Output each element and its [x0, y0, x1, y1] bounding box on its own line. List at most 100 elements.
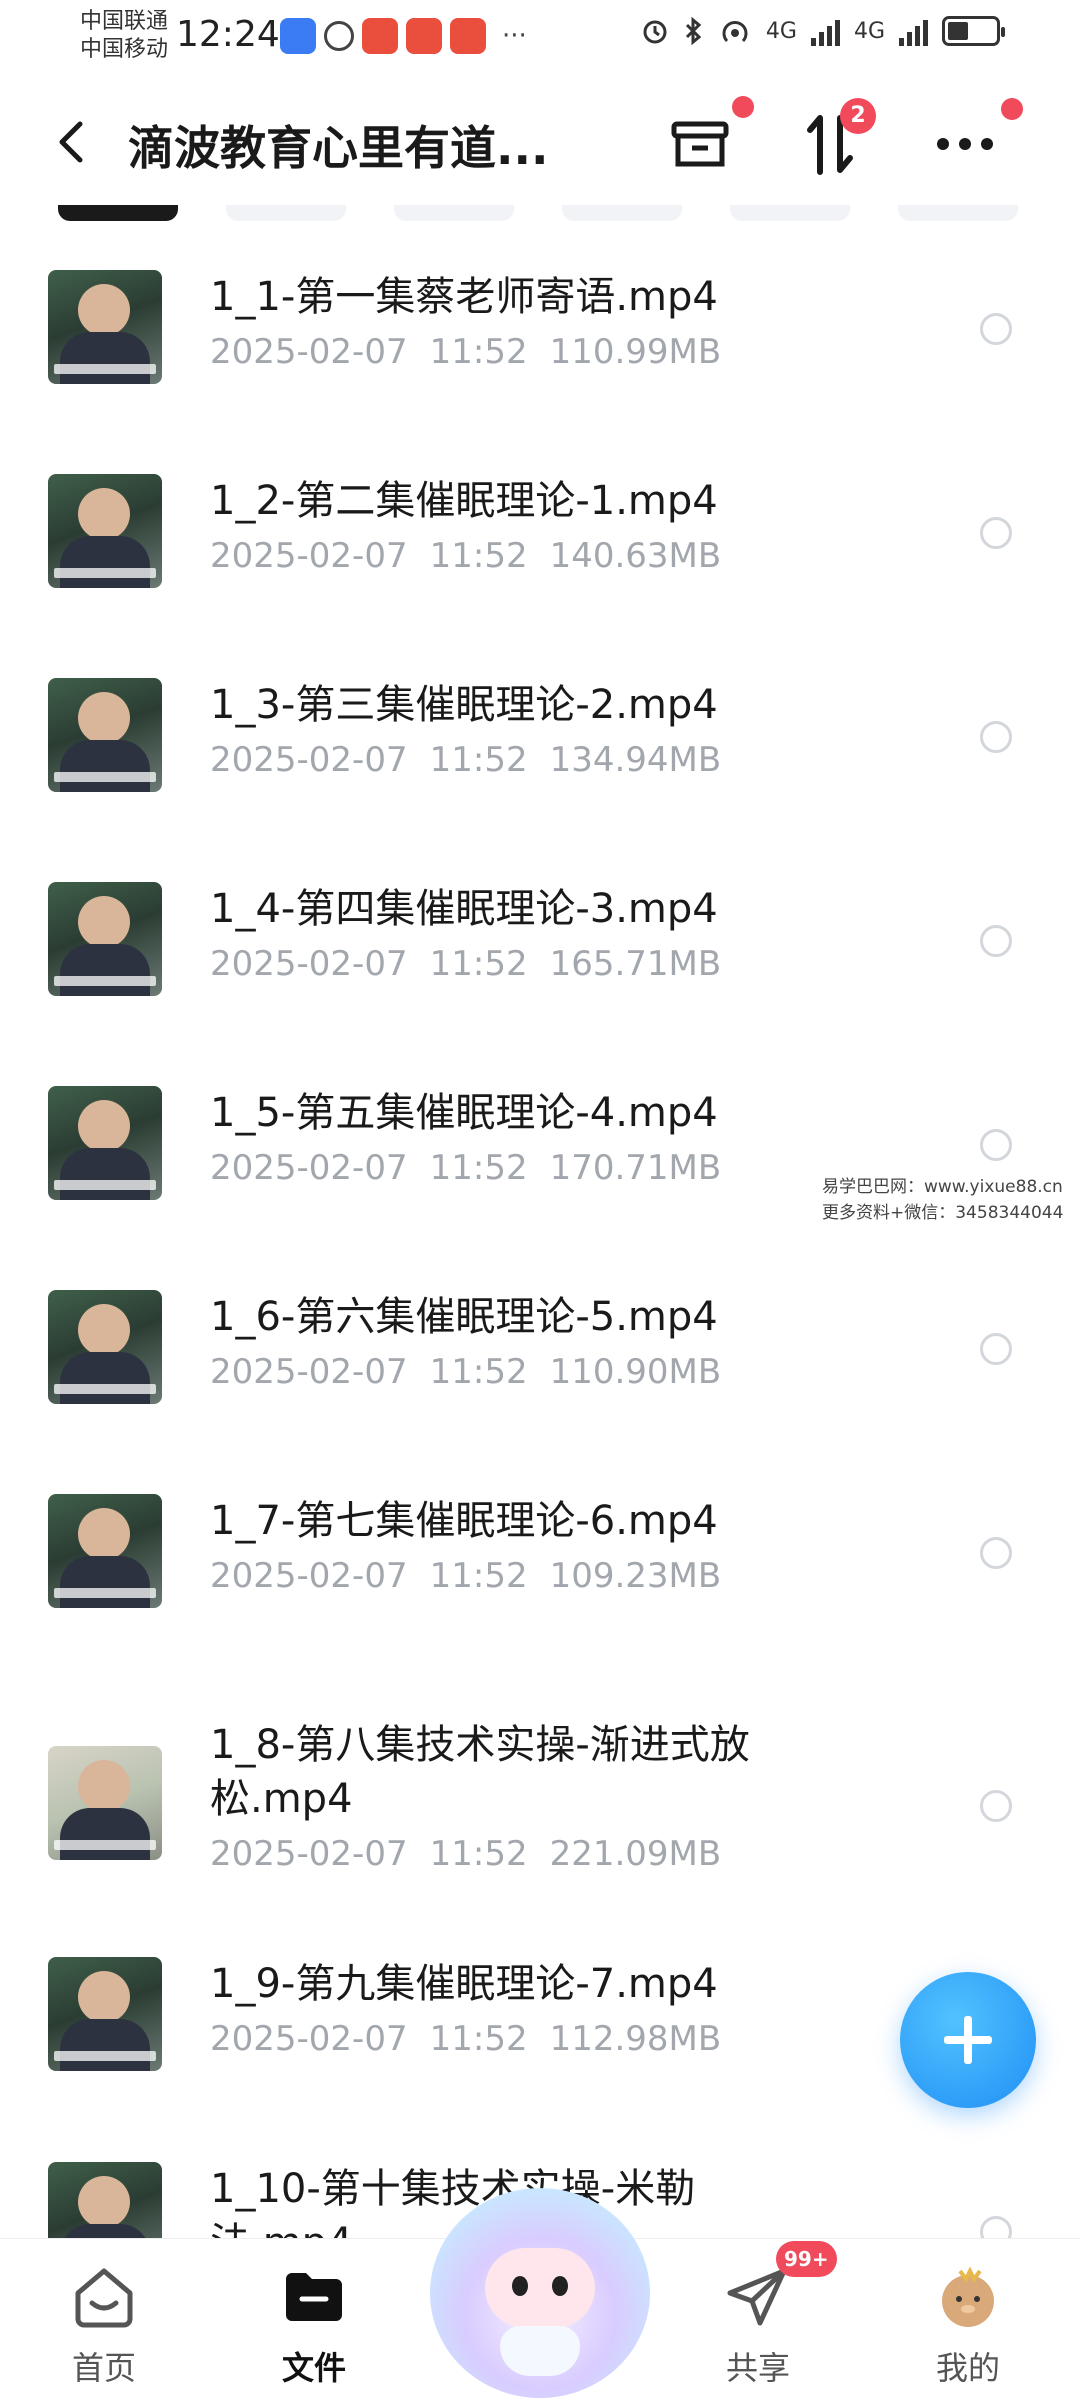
nav-home[interactable]: 首页	[14, 2239, 194, 2400]
file-date: 2025-02-07	[210, 1148, 408, 1188]
more-dots-icon	[937, 138, 993, 150]
file-size: 109.23MB	[549, 1556, 722, 1596]
file-size: 221.09MB	[549, 1834, 722, 1874]
notification-dot	[732, 96, 754, 118]
list-item[interactable]: 1_2-第二集催眠理论-1.mp4 2025-02-07 11:52 140.63M…	[0, 474, 1080, 674]
select-checkbox[interactable]	[980, 925, 1012, 957]
file-meta: 2025-02-07 11:52 170.71MB	[210, 1148, 743, 1188]
select-checkbox[interactable]	[980, 1129, 1012, 1161]
list-item[interactable]: 1_7-第七集催眠理论-6.mp4 2025-02-07 11:52 109.23M…	[0, 1494, 1080, 1694]
filter-chip[interactable]	[730, 205, 850, 221]
nav-files-label: 文件	[281, 2349, 346, 2387]
share-badge: 99+	[776, 2241, 837, 2277]
mascot-face	[485, 2248, 595, 2328]
video-thumbnail	[48, 1290, 162, 1404]
file-name: 1_6-第六集催眠理论-5.mp4	[210, 1294, 718, 1340]
select-checkbox[interactable]	[980, 721, 1012, 753]
chevron-left-icon	[59, 121, 83, 163]
video-thumbnail	[48, 1957, 162, 2071]
file-time: 11:52	[429, 1148, 528, 1188]
select-checkbox[interactable]	[980, 1537, 1012, 1569]
filter-chips	[0, 205, 1080, 227]
file-size: 165.71MB	[549, 944, 722, 984]
carrier-names: 中国联通 中国移动	[80, 8, 168, 64]
app-notification-icon	[450, 18, 486, 54]
watermark-line: 易学巴巴网：www.yixue88.cn	[822, 1177, 1063, 1197]
add-button[interactable]	[900, 1972, 1036, 2108]
select-checkbox[interactable]	[980, 517, 1012, 549]
back-button[interactable]	[50, 110, 98, 174]
more-notifications-icon: ···	[502, 21, 527, 51]
file-meta: 2025-02-07 11:52 110.90MB	[210, 1352, 743, 1392]
app-notification-icon	[362, 18, 398, 54]
file-meta: 2025-02-07 11:52 221.09MB	[210, 1834, 743, 1874]
file-name: 1_1-第一集蔡老师寄语.mp4	[210, 274, 718, 320]
file-time: 11:52	[429, 332, 528, 372]
file-time: 11:52	[429, 536, 528, 576]
select-checkbox[interactable]	[980, 1790, 1012, 1822]
list-item[interactable]: 1_8-第八集技术实操-渐进式放松.mp4 2025-02-07 11:52 221…	[0, 1718, 1080, 1978]
system-status: 4G 4G	[640, 16, 1005, 46]
status-bar: 中国联通 中国移动 12:24 ··· 4G 4G	[0, 0, 1080, 72]
file-time: 11:52	[429, 2019, 528, 2059]
file-meta: 2025-02-07 11:52 109.23MB	[210, 1556, 743, 1596]
file-time: 11:52	[429, 1352, 528, 1392]
list-item[interactable]: 1_3-第三集催眠理论-2.mp4 2025-02-07 11:52 134.94M…	[0, 678, 1080, 878]
signal-icon	[899, 16, 928, 46]
app-notification-icon	[280, 18, 316, 54]
file-size: 170.71MB	[549, 1148, 722, 1188]
paper-plane-icon	[727, 2268, 787, 2326]
app-notification-icon	[324, 21, 354, 51]
file-size: 110.90MB	[549, 1352, 722, 1392]
list-item[interactable]: 1_6-第六集催眠理论-5.mp4 2025-02-07 11:52 110.90M…	[0, 1290, 1080, 1490]
file-time: 11:52	[429, 1556, 528, 1596]
video-thumbnail	[48, 678, 162, 792]
nav-share-label: 共享	[725, 2349, 790, 2387]
select-checkbox[interactable]	[980, 313, 1012, 345]
more-options-button[interactable]	[925, 98, 1023, 184]
file-name: 1_2-第二集催眠理论-1.mp4	[210, 478, 718, 524]
video-thumbnail	[48, 474, 162, 588]
filter-chip[interactable]	[394, 205, 514, 221]
ai-assistant-mascot[interactable]	[430, 2188, 650, 2398]
file-time: 11:52	[429, 740, 528, 780]
file-name: 1_7-第七集催眠理论-6.mp4	[210, 1498, 718, 1544]
archive-button[interactable]	[660, 96, 754, 184]
folder-title: 滴波教育心里有道...	[128, 121, 549, 175]
file-name: 1_9-第九集催眠理论-7.mp4	[210, 1961, 718, 2007]
signal-icon	[810, 16, 840, 46]
filter-chip[interactable]	[898, 205, 1018, 221]
file-name: 1_4-第四集催眠理论-3.mp4	[210, 886, 718, 932]
file-meta: 2025-02-07 11:52 112.98MB	[210, 2019, 743, 2059]
nav-files[interactable]: 文件	[224, 2239, 404, 2400]
hotspot-icon	[722, 21, 748, 43]
file-size: 134.94MB	[549, 740, 722, 780]
select-checkbox[interactable]	[980, 1333, 1012, 1365]
file-size: 140.63MB	[549, 536, 722, 576]
file-meta: 2025-02-07 11:52 134.94MB	[210, 740, 743, 780]
archive-box-icon	[671, 121, 729, 167]
file-meta: 2025-02-07 11:52 110.99MB	[210, 332, 743, 372]
transfer-button[interactable]: 2	[790, 98, 876, 184]
watermark-line: 更多资料+微信：3458344044	[822, 1203, 1064, 1223]
file-date: 2025-02-07	[210, 536, 408, 576]
network-type-1: 4G	[765, 18, 797, 44]
filter-chip[interactable]	[58, 205, 178, 221]
alarm-icon	[643, 20, 667, 44]
file-date: 2025-02-07	[210, 1352, 408, 1392]
list-item[interactable]: 1_1-第一集蔡老师寄语.mp4 2025-02-07 11:52 110.99MB	[0, 270, 1080, 470]
file-size: 110.99MB	[549, 332, 722, 372]
bluetooth-icon	[685, 16, 702, 46]
filter-chip[interactable]	[226, 205, 346, 221]
file-time: 11:52	[429, 1834, 528, 1874]
app-notification-icon	[406, 18, 442, 54]
mascot-eye	[552, 2276, 568, 2296]
video-thumbnail	[48, 1494, 162, 1608]
nav-share[interactable]: 99+ 共享	[668, 2239, 848, 2400]
nav-mine[interactable]: 我的	[878, 2239, 1058, 2400]
nav-mine-label: 我的	[935, 2349, 1000, 2387]
filter-chip[interactable]	[562, 205, 682, 221]
avatar-icon	[942, 2266, 994, 2327]
carrier-1: 中国联通	[80, 9, 169, 34]
list-item[interactable]: 1_4-第四集催眠理论-3.mp4 2025-02-07 11:52 165.71M…	[0, 882, 1080, 1082]
